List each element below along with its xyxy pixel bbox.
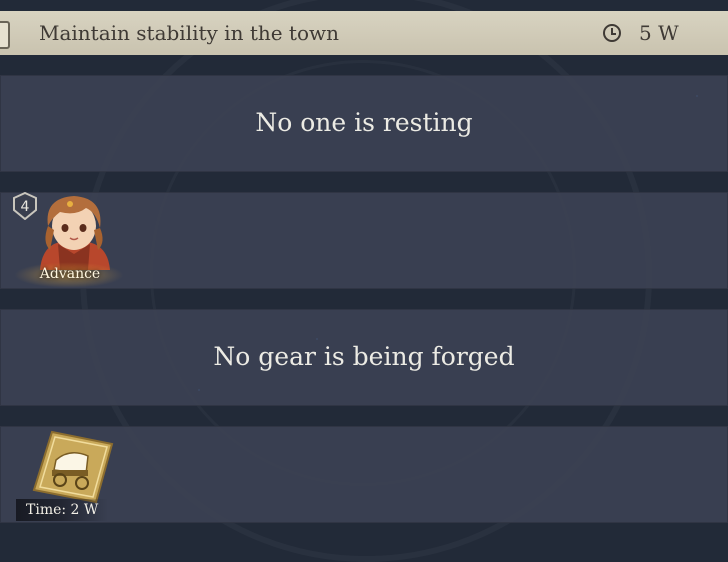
time-remaining: 5 W	[639, 21, 679, 45]
level-number: 4	[21, 199, 30, 215]
character-portrait[interactable]	[30, 190, 118, 270]
objective-header: Maintain stability in the town 5 W	[0, 11, 728, 55]
forge-empty-text: No gear is being forged	[213, 342, 515, 371]
clock-icon	[603, 24, 621, 42]
advance-label[interactable]: Advance	[20, 266, 120, 282]
time-label-text: Time:	[26, 502, 67, 518]
wagon-time-label: Time: 2 W	[16, 499, 109, 521]
time-label-value: 2 W	[70, 502, 99, 518]
header-tab-icon[interactable]	[0, 21, 10, 49]
forge-slot-panel[interactable]: No gear is being forged	[0, 309, 728, 406]
rest-empty-text: No one is resting	[255, 108, 473, 137]
rest-slot-panel[interactable]: No one is resting	[0, 75, 728, 172]
objective-title: Maintain stability in the town	[39, 21, 340, 45]
wagon-card-icon[interactable]	[30, 430, 116, 504]
